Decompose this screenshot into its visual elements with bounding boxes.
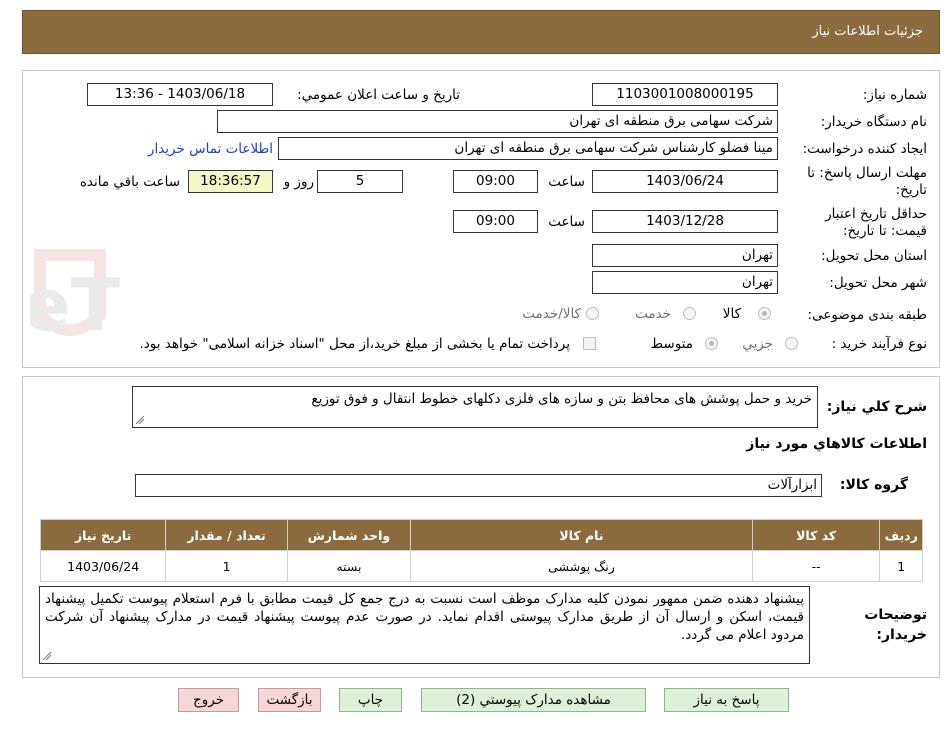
need-number-label: شماره نياز: [862, 87, 927, 103]
resize-grip-icon [43, 652, 51, 660]
remaining-time-field: 18:36:57 [188, 170, 273, 193]
cell-item-code: -- [751, 550, 881, 582]
requester-label: ايجاد کننده درخواست: [802, 141, 927, 157]
items-section-title: اطلاعات کالاهاي مورد نياز [746, 436, 927, 452]
buyer-notes-label: توضيحات خريدار: [864, 607, 927, 643]
view-attachments-button[interactable]: مشاهده مدارک پيوستي (2) [421, 688, 646, 712]
resize-grip-icon [136, 416, 144, 424]
days-remaining-field: 5 [317, 170, 403, 193]
goods-group-label: گروه کالا: [839, 477, 908, 493]
cell-unit: بسته [286, 550, 412, 582]
category-radio-service[interactable] [683, 307, 696, 320]
col-item-name: نام کالا [410, 519, 753, 551]
announce-datetime-field: 1403/06/18 - 13:36 [87, 83, 273, 106]
category-radio-goods[interactable] [758, 307, 771, 320]
city-label: شهر محل تحويل: [829, 275, 927, 291]
city-field: تهران [592, 271, 778, 294]
need-number-field: 1103001008000195 [592, 83, 778, 106]
table-row: 1 -- رنگ پوششی بسته 1 1403/06/24 [39, 550, 923, 582]
buyer-org-label: نام دستگاه خريدار: [820, 114, 927, 130]
process-option-medium: متوسط [650, 336, 693, 352]
price-validity-date-field: 1403/12/28 [592, 210, 778, 233]
table-header-row: رديف کد کالا نام کالا واحد شمارش تعداد /… [39, 519, 923, 551]
category-option-goods-service: کالا/خدمت [522, 306, 581, 322]
exit-button[interactable]: خروج [178, 688, 239, 712]
category-option-goods: کالا [722, 306, 741, 322]
print-button[interactable]: چاپ [339, 688, 402, 712]
col-quantity: تعداد / مقدار [165, 519, 288, 551]
general-description-text: خرید و حمل پوشش های محافظ بتن و سازه های… [311, 391, 812, 407]
process-radio-minor[interactable] [785, 337, 798, 350]
buyer-contact-link[interactable]: اطلاعات تماس خريدار [148, 141, 273, 157]
cell-item-name: رنگ پوششی [410, 550, 753, 582]
general-description-label: شرح کلي نياز: [826, 399, 927, 415]
price-validity-time-field: 09:00 [453, 210, 538, 233]
purchase-process-label: نوع فرآيند خريد : [831, 336, 927, 352]
cell-quantity: 1 [165, 550, 288, 582]
col-item-code: کد کالا [751, 519, 881, 551]
price-validity-time-label: ساعت [548, 214, 585, 230]
buyer-notes-textarea[interactable]: پیشنهاد دهنده ضمن ممهور نمودن کلیه مدارک… [39, 586, 810, 664]
category-option-service: خدمت [635, 306, 671, 322]
cell-need-date: 1403/06/24 [39, 550, 167, 582]
category-radio-goods-service[interactable] [586, 307, 599, 320]
buyer-org-field: شرکت سهامی برق منطقه ای تهران [217, 110, 778, 133]
back-button[interactable]: بازگشت [258, 688, 321, 712]
price-validity-label: حداقل تاريخ اعتبار قيمت: تا تاريخ: [825, 206, 927, 239]
category-label: طبقه بندی موضوعی: [807, 307, 927, 323]
page-title: جزئيات اطلاعات نياز [812, 24, 923, 39]
remaining-time-label: ساعت باقي مانده [79, 174, 180, 190]
cell-row-number: 1 [879, 550, 923, 582]
deadline-time-label: ساعت [548, 174, 585, 190]
announce-datetime-label: تاريخ و ساعت اعلان عمومي: [297, 87, 460, 103]
deadline-label: مهلت ارسال پاسخ: تا تاريخ: [807, 165, 927, 198]
process-option-minor: جزيي [742, 336, 773, 352]
goods-group-field: ابزارآلات [135, 474, 822, 497]
general-description-textarea[interactable]: خرید و حمل پوشش های محافظ بتن و سازه های… [132, 386, 818, 428]
requester-field: مینا فضلو کارشناس شرکت سهامی برق منطقه ا… [278, 137, 778, 160]
page-header: جزئيات اطلاعات نياز [22, 10, 940, 54]
deadline-date-field: 1403/06/24 [592, 170, 778, 193]
days-label: روز و [283, 174, 314, 190]
reply-button[interactable]: پاسخ به نياز [664, 688, 789, 712]
treasury-payment-checkbox[interactable] [583, 337, 596, 350]
col-unit: واحد شمارش [286, 519, 412, 551]
treasury-payment-note: پرداخت تمام يا بخشی از مبلغ خريد،از محل … [139, 336, 570, 352]
col-row-number: رديف [879, 519, 923, 551]
process-radio-medium[interactable] [705, 337, 718, 350]
col-need-date: تاريخ نياز [39, 519, 167, 551]
province-label: استان محل تحويل: [821, 248, 927, 264]
province-field: تهران [592, 244, 778, 267]
buyer-notes-text: پیشنهاد دهنده ضمن ممهور نمودن کلیه مدارک… [45, 591, 804, 643]
deadline-time-field: 09:00 [453, 170, 538, 193]
items-table: رديف کد کالا نام کالا واحد شمارش تعداد /… [39, 519, 923, 582]
